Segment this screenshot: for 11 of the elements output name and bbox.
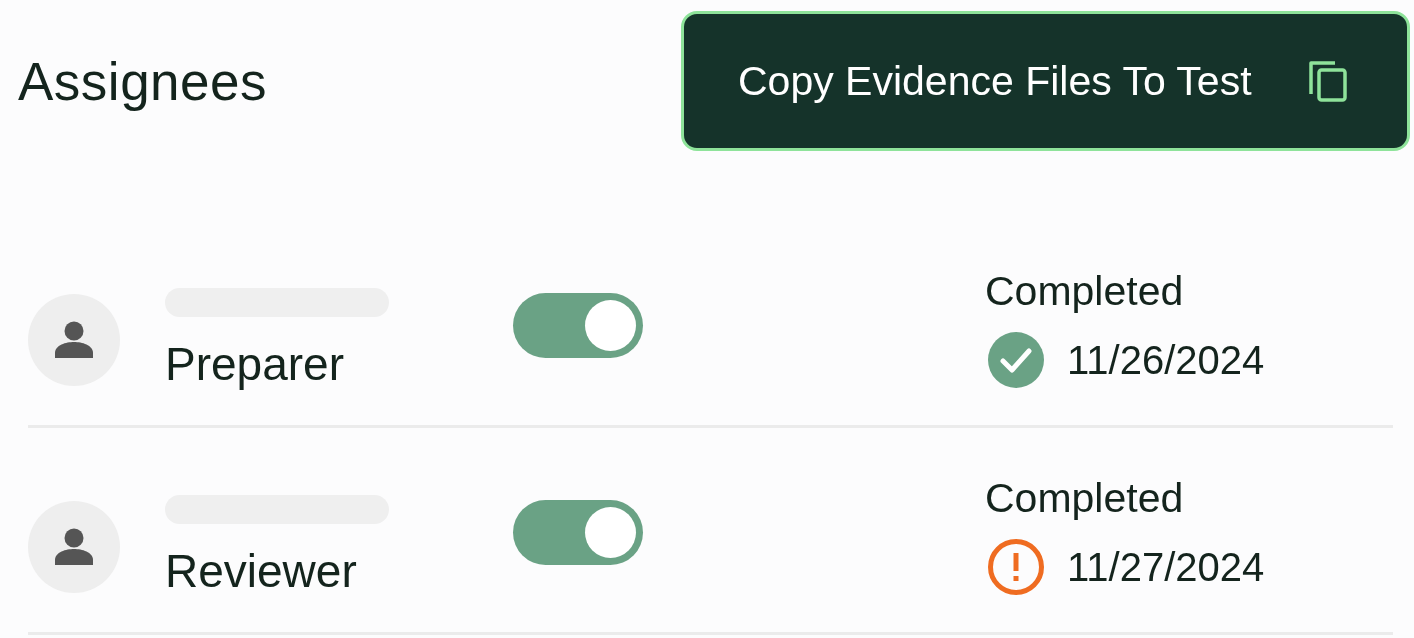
copy-evidence-button[interactable]: Copy Evidence Files To Test: [681, 11, 1410, 151]
avatar-icon: [28, 501, 120, 593]
section-title: Assignees: [18, 51, 268, 113]
copy-icon: [1309, 60, 1347, 102]
status-label: Completed: [985, 474, 1185, 522]
completion-date: 11/27/2024: [1067, 544, 1265, 591]
completion-date: 11/26/2024: [1067, 337, 1265, 384]
avatar-icon: [28, 294, 120, 386]
role-label: Reviewer: [165, 544, 358, 598]
status-label: Completed: [985, 267, 1185, 315]
role-label: Preparer: [165, 337, 345, 391]
